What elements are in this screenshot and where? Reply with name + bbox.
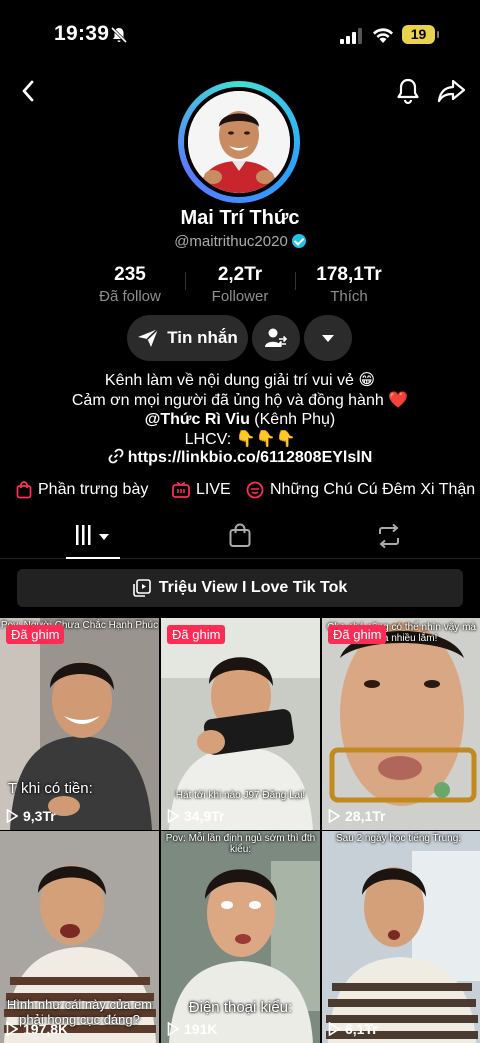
video-caption: Điện thoại kiểu:: [188, 999, 293, 1016]
link-chain-icon: [108, 448, 124, 464]
avatar[interactable]: [184, 87, 294, 197]
stat-likes-label: Thích: [330, 288, 368, 305]
secondary-channel-mention[interactable]: @Thức Rì Viu: [145, 411, 250, 428]
content-tabs: [0, 515, 480, 559]
caret-down-icon: [322, 335, 334, 342]
play-icon: [328, 809, 340, 823]
bio-line: LHCV: 👇👇👇: [184, 430, 296, 448]
videos-grid-tab-icon[interactable]: [74, 523, 112, 549]
play-icon: [6, 809, 18, 823]
playlist-icon: [132, 579, 151, 597]
stat-followers-value: 2,2Tr: [217, 264, 263, 285]
shop-tab-icon[interactable]: [228, 523, 252, 549]
view-count: 191K: [167, 1021, 217, 1037]
pinned-badge: Đã ghim: [167, 625, 226, 644]
verified-badge-icon: [291, 234, 306, 248]
silent-bell-icon: [110, 26, 128, 44]
stat-followers-label: Follower: [211, 288, 269, 305]
view-count-value: 34,9Tr: [184, 808, 225, 824]
battery-indicator: 19: [402, 25, 439, 44]
view-count-value: 191K: [184, 1021, 218, 1037]
play-icon: [167, 1022, 179, 1036]
view-count-value: 6,1Tr: [345, 1021, 378, 1037]
clock: 19:39: [54, 22, 110, 45]
video-thumbnail[interactable]: Hình như cái này của em phải hong cục đá…: [0, 831, 159, 1043]
bio-link-url: https://linkbio.co/6112808EYlslN: [127, 449, 373, 466]
video-thumbnail-image: [0, 618, 159, 830]
video-thumbnail[interactable]: Đã ghim Hát tới khi nào J97 Đăng Lại! 34…: [161, 618, 320, 830]
view-count: 6,1Tr: [328, 1021, 378, 1037]
pinned-badge: Đã ghim: [6, 625, 65, 644]
video-thumbnail-image: [322, 618, 480, 830]
cellular-signal-icon: [340, 28, 362, 44]
play-icon: [167, 809, 179, 823]
showcase-pill[interactable]: Phần trưng bày: [16, 481, 148, 499]
profile-handle: @maitrithuc2020: [174, 233, 288, 250]
stat-following-value: 235: [114, 264, 146, 285]
send-icon: [138, 328, 159, 347]
share-arrow-icon[interactable]: [436, 77, 466, 105]
video-caption: Hát tới khi nào J97 Đăng Lại!: [175, 790, 306, 801]
notification-bell-icon[interactable]: [394, 77, 422, 105]
stat-followers[interactable]: 2,2Tr Follower: [185, 264, 295, 305]
bio-line-suffix: (Kênh Phụ): [249, 411, 336, 428]
bio-line: Cảm ơn mọi người đã ủng hộ và đồng hành …: [71, 391, 409, 409]
view-count: 197,8K: [6, 1021, 68, 1037]
suggested-accounts-button[interactable]: [252, 315, 300, 361]
group-chat-pill-label: Những Chú Cú Đêm Xi Thận: [270, 481, 476, 498]
playlist-label: Triệu View I Love Tik Tok: [158, 579, 348, 596]
stat-likes[interactable]: 178,1Tr Thích: [294, 264, 404, 305]
back-chevron-icon[interactable]: [16, 78, 42, 104]
showcase-pill-label: Phần trưng bày: [38, 481, 149, 498]
wifi-icon: [373, 28, 393, 43]
reposts-tab-icon[interactable]: [376, 523, 402, 549]
live-pill[interactable]: LIVE: [172, 481, 231, 499]
bio-line: @Thức Rì Viu (Kênh Phụ): [0, 410, 480, 430]
bio-line: Kênh làm về nội dung giải trí vui vẻ 😁: [104, 372, 376, 389]
stat-likes-value: 178,1Tr: [316, 264, 382, 285]
stat-divider: [295, 272, 296, 290]
active-tab-indicator: [66, 557, 120, 559]
profile-handle-row: @maitrithuc2020: [0, 233, 480, 250]
view-count-value: 9,3Tr: [23, 808, 56, 824]
message-button[interactable]: Tin nhắn: [127, 315, 248, 361]
stat-following-label: Đã follow: [99, 288, 161, 305]
live-tv-icon: [172, 482, 190, 498]
video-thumbnail[interactable]: Pov: Người Chưa Chắc Hạnh Phúc Đã ghim T…: [0, 618, 159, 830]
play-icon: [328, 1022, 340, 1036]
profile-name: Mai Trí Thức: [180, 207, 300, 229]
view-count-value: 28,1Tr: [345, 808, 386, 824]
view-count-value: 197,8K: [23, 1021, 69, 1037]
video-thumbnail-image: [322, 831, 480, 1043]
video-caption: T khi có tiền:: [8, 780, 93, 797]
profile-stats: 235 Đã follow 2,2Tr Follower 178,1Tr Thí…: [0, 264, 480, 305]
shopping-bag-icon: [16, 481, 32, 499]
profile-bio: Kênh làm về nội dung giải trí vui vẻ 😁 C…: [0, 371, 480, 449]
view-count: 9,3Tr: [6, 808, 56, 824]
video-thumbnail[interactable]: Cho chó cũng có thể nhìn vậy mà nó ra nh…: [322, 618, 480, 830]
video-thumbnail[interactable]: Sau 2 ngày học tiếng Trung: 6,1Tr: [322, 831, 480, 1043]
message-button-label: Tin nhắn: [167, 328, 238, 347]
bio-link[interactable]: https://linkbio.co/6112808EYlslN: [0, 448, 480, 467]
group-chat-pill[interactable]: Những Chú Cú Đêm Xi Thận: [246, 481, 475, 499]
view-count: 28,1Tr: [328, 808, 385, 824]
pinned-badge: Đã ghim: [328, 625, 387, 644]
stat-divider: [185, 272, 186, 290]
avatar-photo: [188, 91, 290, 193]
video-top-caption: Pov: Mỗi lần định ngủ sớm thì đth kiểu:: [165, 833, 316, 855]
play-icon: [6, 1022, 18, 1036]
live-pill-label: LIVE: [196, 481, 231, 498]
video-thumbnail[interactable]: Pov: Mỗi lần định ngủ sớm thì đth kiểu: …: [161, 831, 320, 1043]
view-count: 34,9Tr: [167, 808, 224, 824]
avatar-story-ring[interactable]: [178, 81, 300, 203]
group-chat-icon: [246, 481, 264, 499]
add-friend-swap-icon: [265, 328, 288, 348]
playlist-button[interactable]: Triệu View I Love Tik Tok: [17, 569, 463, 607]
more-options-dropdown[interactable]: [304, 315, 352, 361]
status-bar: 19:39 19: [0, 0, 480, 70]
stat-following[interactable]: 235 Đã follow: [75, 264, 185, 305]
video-top-caption: Sau 2 ngày học tiếng Trung:: [336, 833, 462, 844]
